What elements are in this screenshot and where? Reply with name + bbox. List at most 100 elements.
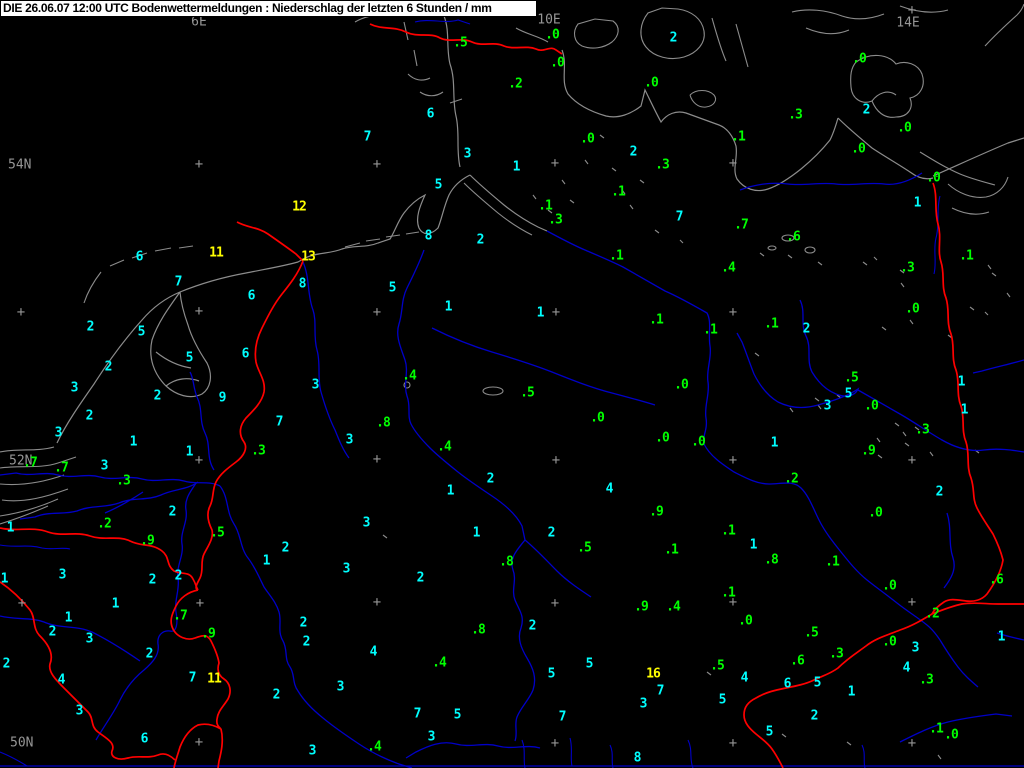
station-value: 2: [104, 359, 113, 375]
station-value: .5: [844, 370, 859, 386]
station-value: .5: [577, 540, 592, 556]
station-value: .0: [545, 27, 560, 43]
station-value: 2: [148, 572, 157, 588]
grid-cross: +: [16, 304, 26, 321]
station-value: .0: [882, 578, 897, 594]
station-value: 1: [770, 435, 779, 451]
station-value: 1: [6, 520, 15, 536]
station-value: .3: [251, 443, 266, 459]
station-value: 1: [749, 537, 758, 553]
station-value: .7: [173, 608, 188, 624]
grid-cross: +: [551, 304, 561, 321]
station-value: 1: [129, 434, 138, 450]
station-value: 2: [272, 687, 281, 703]
station-value: 8: [633, 750, 642, 766]
station-value: .9: [140, 533, 155, 549]
station-value: .4: [432, 655, 447, 671]
station-value: 5: [137, 324, 146, 340]
station-value: .0: [905, 301, 920, 317]
station-value: 1: [847, 684, 856, 700]
station-value: 1: [960, 402, 969, 418]
station-value: .0: [550, 55, 565, 71]
station-value: .9: [861, 443, 876, 459]
station-value: .0: [926, 170, 941, 186]
grid-cross: +: [194, 156, 204, 173]
grid-cross: +: [194, 452, 204, 469]
station-value: .7: [54, 460, 69, 476]
station-value: .3: [788, 107, 803, 123]
station-value: .0: [944, 727, 959, 743]
station-value: 2: [168, 504, 177, 520]
title-bar: DIE 26.06.07 12:00 UTC Bodenwettermeldun…: [0, 0, 537, 17]
station-value: 3: [639, 696, 648, 712]
station-value: 2: [486, 471, 495, 487]
grid-cross: +: [907, 594, 917, 611]
station-value: 1: [957, 374, 966, 390]
station-value: 1: [512, 159, 521, 175]
station-value: .3: [919, 672, 934, 688]
station-value: 5: [585, 656, 594, 672]
station-value: 5: [453, 707, 462, 723]
station-value: 2: [547, 525, 556, 541]
station-value: .0: [580, 131, 595, 147]
station-value: 2: [669, 30, 678, 46]
station-value: 7: [558, 709, 567, 725]
station-value: 1: [536, 305, 545, 321]
station-value: 5: [185, 350, 194, 366]
station-value: .0: [674, 377, 689, 393]
station-value: .8: [764, 552, 779, 568]
grid-label: 10E: [537, 12, 561, 28]
station-value: 2: [629, 144, 638, 160]
station-value: 3: [54, 425, 63, 441]
station-value: 2: [86, 319, 95, 335]
station-value: 11: [207, 671, 222, 687]
station-value: .0: [655, 430, 670, 446]
grid-label: 54N: [8, 157, 32, 173]
station-value: 6: [135, 249, 144, 265]
station-value: 3: [345, 432, 354, 448]
station-value: .3: [900, 260, 915, 276]
station-value: 6: [783, 676, 792, 692]
station-value: .4: [402, 368, 417, 384]
station-value: .9: [649, 504, 664, 520]
station-value: .9: [201, 626, 216, 642]
station-value: 3: [463, 146, 472, 162]
station-value: .3: [548, 212, 563, 228]
station-value: 4: [57, 672, 66, 688]
station-value: 2: [153, 388, 162, 404]
station-value: 2: [281, 540, 290, 556]
station-value: 2: [862, 102, 871, 118]
station-value: 13: [301, 249, 316, 265]
map-geography: [0, 1, 1024, 768]
station-value: 7: [174, 274, 183, 290]
station-value: .2: [97, 516, 112, 532]
station-value: 6: [241, 346, 250, 362]
station-value: 1: [444, 299, 453, 315]
station-value: 3: [70, 380, 79, 396]
station-value: 12: [292, 199, 307, 215]
station-value: .7: [23, 455, 38, 471]
station-value: 5: [813, 675, 822, 691]
grid-cross: +: [372, 451, 382, 468]
grid-cross: +: [550, 735, 560, 752]
station-value: 1: [472, 525, 481, 541]
grid-cross: +: [194, 734, 204, 751]
station-value: .6: [989, 572, 1004, 588]
station-value: .4: [367, 739, 382, 755]
station-value: .0: [882, 634, 897, 650]
station-value: .1: [959, 248, 974, 264]
station-value: .0: [644, 75, 659, 91]
station-value: .3: [915, 422, 930, 438]
station-value: .8: [376, 415, 391, 431]
station-value: 2: [145, 646, 154, 662]
station-value: 3: [311, 377, 320, 393]
station-value: .5: [710, 658, 725, 674]
station-value: 5: [844, 386, 853, 402]
station-value: .8: [499, 554, 514, 570]
station-value: .0: [691, 434, 706, 450]
station-value: 3: [823, 398, 832, 414]
station-value: .0: [738, 613, 753, 629]
station-value: 5: [547, 666, 556, 682]
station-value: 4: [902, 660, 911, 676]
station-value: .3: [655, 157, 670, 173]
